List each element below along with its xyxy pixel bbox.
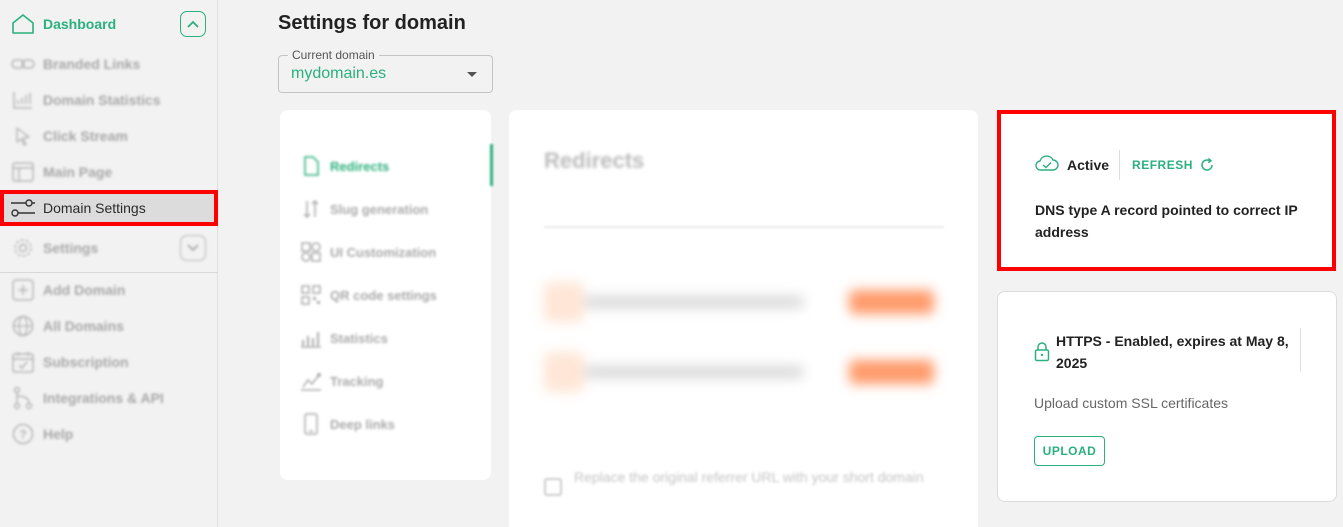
sidebar-item-label: Dashboard: [43, 16, 117, 32]
tab-label: Deep links: [330, 416, 396, 432]
sidebar-item-label: Help: [43, 426, 74, 442]
redirect-rule-row: [544, 352, 944, 392]
https-card: HTTPS - Enabled, expires at May 8, 2025 …: [997, 291, 1337, 502]
stats-icon: [300, 327, 322, 349]
https-status-text: HTTPS - Enabled, expires at May 8, 2025: [1056, 333, 1289, 371]
home-icon: [10, 11, 36, 37]
dns-status-card: Active REFRESH DNS type A record pointed…: [997, 110, 1336, 271]
chevron-down-icon: [187, 244, 199, 252]
active-tab-indicator: [490, 144, 493, 186]
tab-label: Statistics: [330, 330, 388, 346]
sidebar-item-all-domains[interactable]: All Domains: [0, 309, 218, 343]
help-circle-icon: ?: [10, 421, 36, 447]
tab-deep-links[interactable]: Deep links: [300, 411, 395, 437]
sidebar-item-settings[interactable]: Settings: [0, 231, 218, 265]
cloud-check-icon: [1035, 154, 1059, 177]
status-label: Active: [1067, 157, 1110, 173]
tab-slug-generation[interactable]: Slug generation: [300, 196, 428, 222]
domain-select[interactable]: Current domain mydomain.es: [278, 48, 493, 93]
tab-label: QR code settings: [330, 287, 437, 303]
referrer-checkbox[interactable]: [544, 478, 562, 496]
sidebar-item-domain-statistics[interactable]: Domain Statistics: [0, 83, 218, 117]
sidebar-item-label: Domain Settings: [43, 200, 146, 216]
expand-button[interactable]: [180, 235, 206, 261]
referrer-checkbox-label: Replace the original referrer URL with y…: [574, 469, 924, 485]
tab-tracking[interactable]: Tracking: [300, 368, 383, 394]
upload-button[interactable]: UPLOAD: [1034, 436, 1105, 466]
collapse-button[interactable]: [180, 11, 206, 37]
sidebar-item-label: Click Stream: [43, 128, 128, 144]
tab-redirects[interactable]: Redirects: [300, 153, 389, 179]
domain-select-value: mydomain.es: [291, 65, 387, 82]
lock-icon: [1034, 342, 1050, 367]
tab-label: UI Customization: [330, 244, 437, 260]
redirects-panel: Redirects Replace the original referrer …: [509, 110, 978, 527]
globe-icon: [10, 313, 36, 339]
refresh-button-label: REFRESH: [1132, 158, 1193, 172]
sidebar-item-help[interactable]: ? Help: [0, 417, 218, 451]
sidebar-item-add-domain[interactable]: Add Domain: [0, 273, 218, 307]
redirect-rule-row: [544, 282, 944, 322]
qr-code-icon: [300, 284, 322, 306]
sidebar-item-click-stream[interactable]: Click Stream: [0, 119, 218, 153]
link-icon: [10, 51, 36, 77]
vertical-divider: [1300, 328, 1301, 372]
svg-text:?: ?: [19, 428, 26, 442]
chevron-up-icon: [187, 20, 199, 28]
divider: [544, 226, 944, 228]
tab-label: Redirects: [330, 158, 390, 174]
tab-ui-customization[interactable]: UI Customization: [300, 239, 436, 265]
vertical-divider: [1119, 150, 1121, 180]
sidebar: Dashboard Branded Links Domain Statistic…: [0, 0, 218, 527]
sidebar-item-label: Integrations & API: [43, 390, 164, 406]
sidebar-item-label: Subscription: [43, 354, 129, 370]
tab-label: Slug generation: [330, 201, 429, 217]
gear-icon: [10, 235, 36, 261]
sort-icon: [300, 198, 322, 220]
sidebar-item-label: Settings: [43, 240, 99, 256]
git-branch-icon: [10, 385, 36, 411]
tab-statistics[interactable]: Statistics: [300, 325, 388, 351]
refresh-icon: [1200, 158, 1214, 172]
tab-label: Tracking: [330, 373, 384, 389]
chart-icon: [10, 87, 36, 113]
palette-icon: [300, 241, 322, 263]
dns-status-description: DNS type A record pointed to correct IP …: [1035, 202, 1298, 240]
sidebar-item-branded-links[interactable]: Branded Links: [0, 47, 218, 81]
sidebar-item-main-page[interactable]: Main Page: [0, 155, 218, 189]
domain-select-label: Current domain: [288, 48, 379, 62]
plus-square-icon: [10, 277, 36, 303]
sidebar-item-subscription[interactable]: Subscription: [0, 345, 218, 379]
layout-icon: [10, 159, 36, 185]
sidebar-item-label: Branded Links: [43, 56, 141, 72]
cursor-icon: [10, 123, 36, 149]
sidebar-item-integrations[interactable]: Integrations & API: [0, 381, 218, 415]
sliders-icon: [10, 195, 36, 221]
sidebar-item-domain-settings[interactable]: Domain Settings: [0, 191, 218, 225]
tab-qr-code-settings[interactable]: QR code settings: [300, 282, 437, 308]
refresh-button[interactable]: REFRESH: [1132, 158, 1214, 172]
redirects-title: Redirects: [544, 148, 645, 173]
caret-down-icon: [467, 72, 477, 77]
sidebar-item-label: All Domains: [43, 318, 124, 334]
sidebar-item-label: Main Page: [43, 164, 113, 180]
sidebar-item-label: Add Domain: [43, 282, 126, 298]
calendar-check-icon: [10, 349, 36, 375]
ssl-upload-hint: Upload custom SSL certificates: [1034, 395, 1229, 411]
file-icon: [300, 155, 322, 177]
dns-status-row: Active REFRESH: [1035, 150, 1214, 180]
tracking-icon: [300, 370, 322, 392]
settings-tabs: Redirects Slug generation UI Customizati…: [280, 110, 493, 480]
sidebar-item-label: Domain Statistics: [43, 92, 161, 108]
sidebar-item-dashboard[interactable]: Dashboard: [0, 7, 218, 41]
page-title: Settings for domain: [278, 12, 466, 34]
phone-icon: [300, 413, 322, 435]
